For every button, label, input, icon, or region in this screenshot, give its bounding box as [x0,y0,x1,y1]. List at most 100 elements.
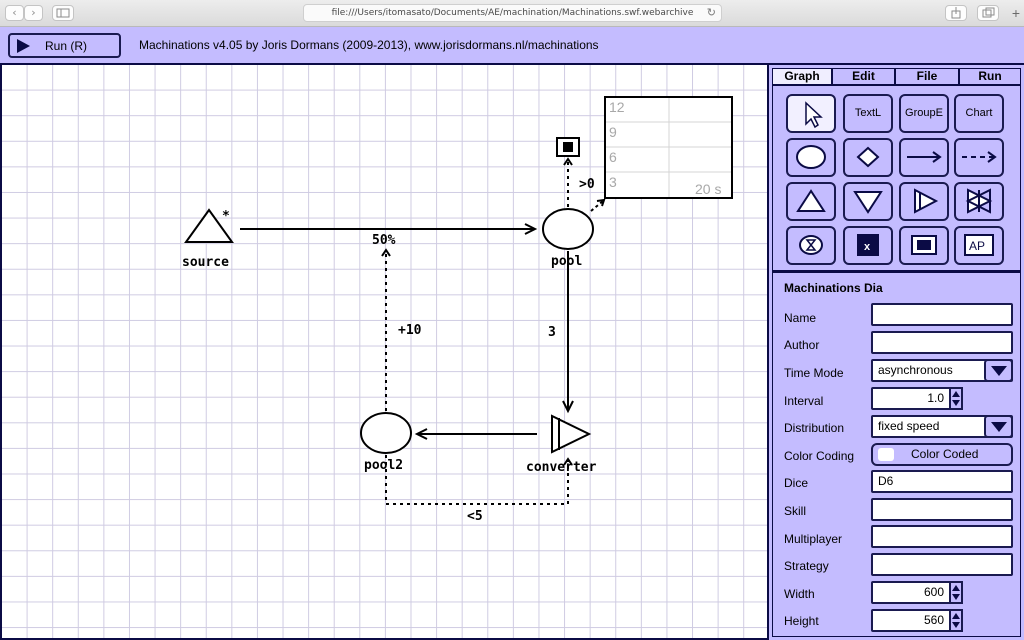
name-input[interactable] [871,303,1013,326]
play-icon [17,39,30,53]
edge-label-pool2-to-flow: +10 [398,323,422,338]
edge-pool-to-end[interactable] [563,157,573,207]
color-coding-label: Color Coding [784,449,855,463]
interval-label: Interval [784,394,824,408]
color-coding-checkbox[interactable] [878,448,894,461]
select-tool[interactable] [786,94,836,133]
tab-graph[interactable]: Graph [772,68,832,85]
sidebar-toggle-button[interactable] [52,5,74,21]
edge-pool-to-converter[interactable] [562,251,574,414]
address-bar[interactable]: file:///Users/itomasato/Documents/AE/mac… [303,4,722,22]
tab-file[interactable]: File [895,68,959,85]
stepper-up-icon[interactable] [952,391,960,397]
app-toolbar: Run (R) Machinations v4.05 by Joris Dorm… [0,27,1024,65]
pool-node[interactable] [542,208,594,250]
resource-connection-tool[interactable] [899,138,949,177]
pool-node-label: pool [551,254,582,269]
url-text: file:///Users/itomasato/Documents/AE/mac… [331,8,694,18]
edge-converter-to-pool2[interactable] [414,428,537,440]
interval-stepper[interactable] [949,387,963,410]
tool-palette: TextL GroupE Chart x AP [772,85,1021,271]
stepper-up-icon[interactable] [952,585,960,591]
color-coding-toggle[interactable]: Color Coded [871,443,1013,466]
run-button-label: Run (R) [45,39,88,53]
end-condition-node[interactable] [556,137,580,157]
edge-pool2-to-flow[interactable] [381,248,391,411]
converter-tool[interactable] [899,182,949,221]
stepper-up-icon[interactable] [952,613,960,619]
source-tool[interactable] [786,182,836,221]
time-mode-label: Time Mode [784,366,844,380]
author-label: Author [784,338,820,352]
chart-tick-6: 6 [609,149,617,165]
triangle-up-icon [796,189,826,212]
group-tool[interactable]: GroupE [899,94,949,133]
skill-input[interactable] [871,498,1013,521]
color-coding-value: Color Coded [911,447,979,461]
register-tool[interactable] [899,226,949,265]
edge-label-converter-to-pool2: <5 [467,509,483,524]
triangle-down-icon [853,191,883,214]
gate-tool[interactable] [843,138,893,177]
right-panel: Graph Edit File Run TextL GroupE Chart x… [769,65,1024,640]
chevron-down-icon[interactable] [984,359,1013,382]
diagram-canvas[interactable]: 50% * source pool >0 12 9 6 3 20 s 3 con… [0,65,769,640]
forward-button[interactable]: › [24,5,43,21]
distribution-label: Distribution [784,421,845,435]
run-button[interactable]: Run (R) [8,33,121,58]
converter-node-label: converter [526,460,597,475]
pool-tool[interactable] [786,138,836,177]
converter-icon [914,188,939,214]
chart-time-label: 20 s [695,181,721,197]
chart-tick-12: 12 [609,99,625,115]
converter-node[interactable] [551,414,592,454]
new-tab-button[interactable]: + [1008,5,1024,27]
interval-input[interactable]: 1.0 [871,387,951,410]
edge-label-pool-to-chart: >0 [579,177,595,192]
properties-panel: Machinations Dia Name Author Time Mode a… [772,271,1021,637]
artificial-player-tool[interactable]: AP [954,226,1004,265]
chart-tool[interactable]: Chart [954,94,1004,133]
strategy-label: Strategy [784,559,829,573]
width-label: Width [784,587,815,601]
artificial-player-icon: AP [964,234,994,256]
reload-icon[interactable]: ↻ [707,5,716,21]
tab-run[interactable]: Run [959,68,1021,85]
time-mode-select[interactable]: asynchronous [871,359,1013,382]
drain-tool[interactable] [843,182,893,221]
arrow-right-icon [907,151,942,163]
back-button[interactable]: ‹ [5,5,24,21]
tab-edit[interactable]: Edit [832,68,895,85]
app-title: Machinations v4.05 by Joris Dormans (200… [139,38,599,52]
tabs-overview-button[interactable] [977,5,999,21]
width-input[interactable]: 600 [871,581,951,604]
height-label: Height [784,614,819,628]
text-label-tool[interactable]: TextL [843,94,893,133]
distribution-select[interactable]: fixed speed [871,415,1013,438]
delay-tool[interactable] [786,226,836,265]
share-button[interactable] [945,5,967,21]
stepper-down-icon[interactable] [952,622,960,628]
stepper-down-icon[interactable] [952,594,960,600]
panel-tabs: Graph Edit File Run [772,68,1021,85]
time-mode-value: asynchronous [878,363,953,377]
skill-label: Skill [784,504,807,518]
trader-tool[interactable] [954,182,1004,221]
width-stepper[interactable] [949,581,963,604]
dice-input[interactable]: D6 [871,470,1013,493]
end-condition-tool-label: x [864,241,871,253]
multiplayer-input[interactable] [871,525,1013,548]
strategy-input[interactable] [871,553,1013,576]
dice-label: Dice [784,476,809,490]
end-condition-tool[interactable]: x [843,226,893,265]
height-stepper[interactable] [949,609,963,632]
stepper-down-icon[interactable] [952,400,960,406]
multiplayer-label: Multiplayer [784,532,843,546]
author-input[interactable] [871,331,1013,354]
height-input[interactable]: 560 [871,609,951,632]
pool2-node[interactable] [360,412,412,454]
trader-icon [965,188,993,214]
state-connection-tool[interactable] [954,138,1004,177]
chevron-down-icon[interactable] [984,415,1013,438]
edge-pool-to-chart[interactable] [590,198,606,212]
